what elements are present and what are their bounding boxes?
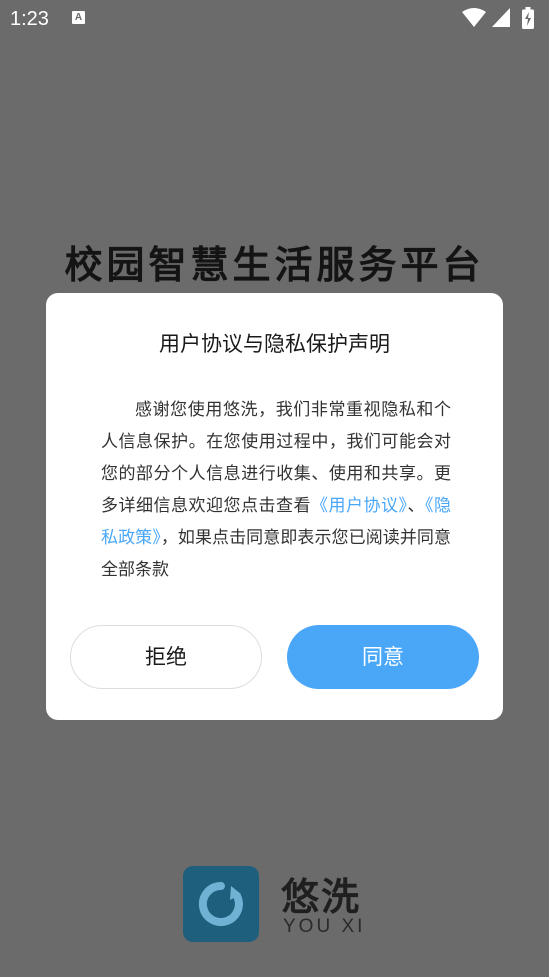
brand-subtitle: YOU XI xyxy=(283,916,366,937)
dialog-title: 用户协议与隐私保护声明 xyxy=(159,332,390,356)
user-agreement-link[interactable]: 《用户协议》 xyxy=(311,496,408,516)
link-separator: 、 xyxy=(407,496,426,516)
app-logo-icon xyxy=(183,866,259,942)
notification-a-icon: A xyxy=(72,11,85,24)
wifi-icon xyxy=(462,8,486,27)
brand-name: 悠洗 xyxy=(281,875,362,919)
brand: 悠洗 YOU XI xyxy=(183,866,383,942)
status-time: 1:23 xyxy=(10,8,49,30)
battery-icon xyxy=(522,7,534,29)
privacy-dialog: 用户协议与隐私保护声明 感谢您使用悠洗，我们非常重视隐私和个人信息保护。在您使用… xyxy=(46,293,503,720)
platform-headline: 校园智慧生活服务平台 xyxy=(64,242,485,287)
agree-button[interactable]: 同意 xyxy=(287,625,479,689)
dialog-body: 感谢您使用悠洗，我们非常重视隐私和个人信息保护。在您使用过程中，我们可能会对您的… xyxy=(101,394,451,586)
signal-icon xyxy=(492,8,510,27)
reject-button[interactable]: 拒绝 xyxy=(70,625,262,689)
status-icons xyxy=(462,7,537,29)
status-bar: 1:23 A xyxy=(0,0,549,36)
